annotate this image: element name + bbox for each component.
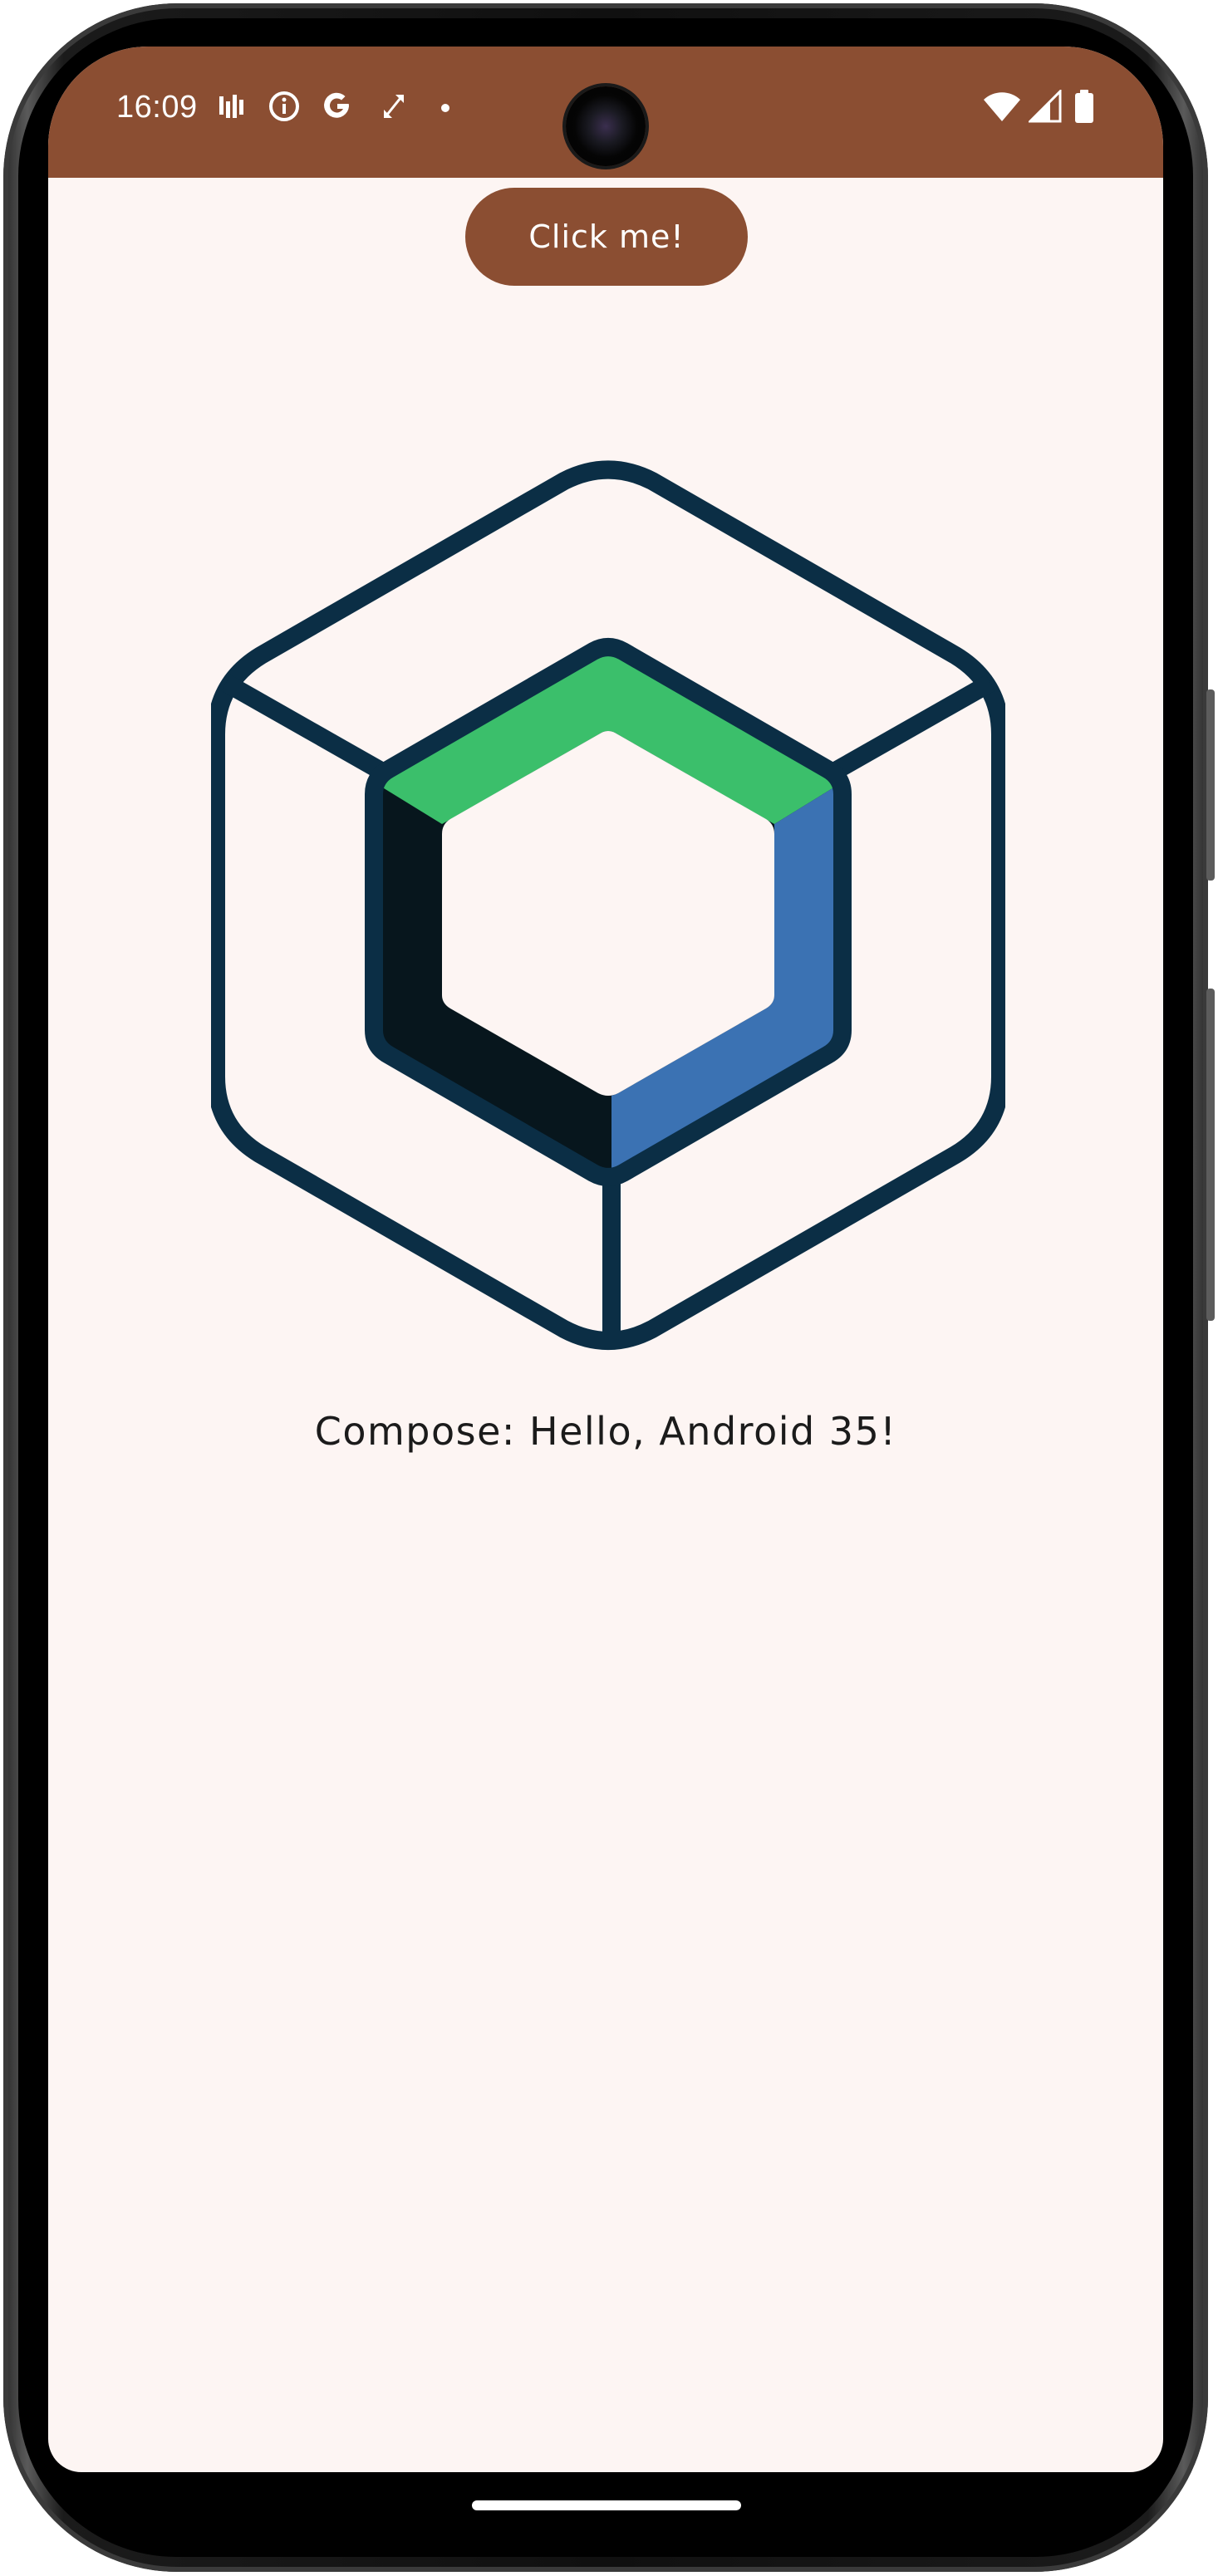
logo-inner-hexagon bbox=[365, 638, 852, 1186]
click-me-button[interactable]: Click me! bbox=[465, 188, 748, 286]
phone-device: 16:09 Click me! Compose: Hello, Android … bbox=[0, 0, 1218, 2576]
navigation-bar bbox=[48, 2472, 1163, 2555]
dot-icon bbox=[441, 104, 449, 112]
signal-bars-icon bbox=[219, 95, 243, 118]
battery-icon bbox=[1075, 90, 1093, 123]
volume-button bbox=[1206, 989, 1215, 1321]
home-gesture-handle[interactable] bbox=[472, 2500, 741, 2510]
arrows-icon bbox=[384, 95, 404, 118]
front-camera bbox=[566, 86, 646, 166]
status-time: 16:09 bbox=[116, 90, 198, 125]
app-screen: 16:09 Click me! Compose: Hello, Android … bbox=[48, 47, 1163, 2472]
wifi-icon bbox=[984, 92, 1020, 121]
power-button bbox=[1206, 689, 1215, 881]
jetpack-compose-logo bbox=[211, 460, 1005, 1350]
greeting-text: Compose: Hello, Android 35! bbox=[314, 1409, 897, 1454]
cell-signal-icon bbox=[1029, 90, 1062, 123]
info-icon bbox=[269, 91, 299, 121]
google-g-icon bbox=[324, 92, 349, 118]
